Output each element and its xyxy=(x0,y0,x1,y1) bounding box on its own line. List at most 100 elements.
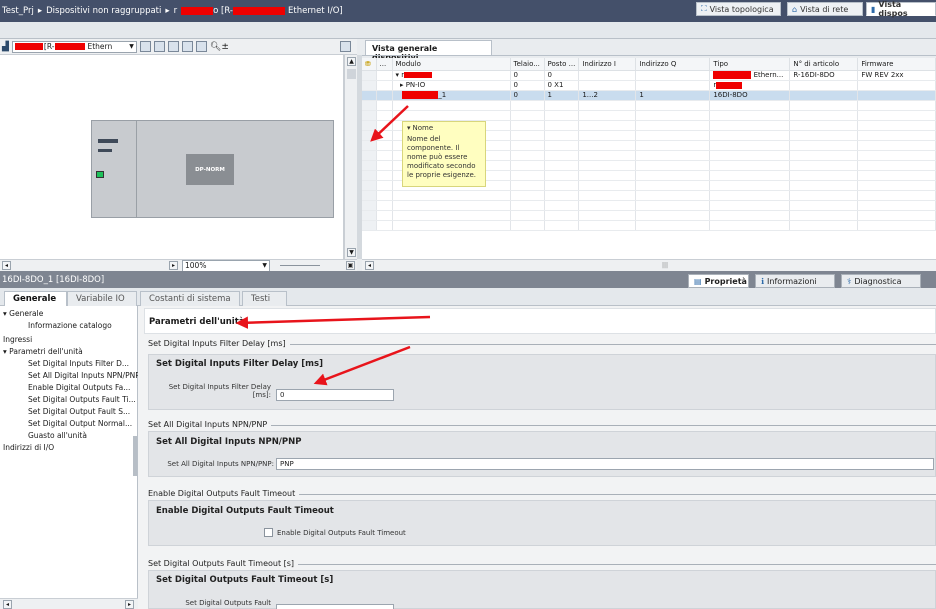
image-icon[interactable] xyxy=(167,41,179,52)
breadcrumb-project[interactable]: Test_Prj xyxy=(2,6,34,16)
scroll-thumb[interactable] xyxy=(347,69,356,79)
tab-device-overview[interactable]: Vista generale dispositivi xyxy=(365,40,492,62)
scroll-right-icon[interactable]: ▸ xyxy=(125,600,134,609)
overview-toggle-icon[interactable] xyxy=(340,41,351,52)
column-header[interactable]: Indirizzo Q xyxy=(635,58,711,71)
nav-item-module-parameters[interactable]: ▾ Parametri dell'unità xyxy=(3,347,83,356)
table-row-empty[interactable] xyxy=(362,100,936,111)
device-select-combo[interactable]: [R- Ethern ▼ xyxy=(11,40,137,53)
rack-cell: 0 xyxy=(510,90,545,101)
chevron-right-icon: ▸ xyxy=(165,6,170,16)
slot-cell: 0 X1 xyxy=(544,80,580,91)
table-row-empty[interactable] xyxy=(362,110,936,121)
device-icon[interactable]: ▟ xyxy=(2,42,9,52)
enable-fault-timeout-checkbox[interactable] xyxy=(264,528,273,537)
section-header: Set Digital Outputs Fault Timeout [s] xyxy=(148,559,299,568)
filter-icon[interactable]: ⛃ xyxy=(362,58,377,71)
scroll-grip-icon[interactable]: ||| xyxy=(662,262,668,269)
addr-q-cell: 1 xyxy=(635,90,711,101)
table-row-empty[interactable] xyxy=(362,210,936,221)
table-row-selected[interactable]: _1 0 1 1...2 1 16DI-8DO xyxy=(362,90,936,101)
scroll-left-icon[interactable]: ◂ xyxy=(365,261,374,270)
column-header[interactable]: Indirizzo I xyxy=(578,58,637,71)
column-hidden[interactable]: ... xyxy=(376,58,393,71)
table-row-empty[interactable] xyxy=(362,200,936,211)
table-row[interactable]: ▾ r 0 0 Ethern... R-16DI-8DO FW REV 2xx xyxy=(362,70,936,81)
fault-timeout-field[interactable] xyxy=(276,604,394,609)
tab-network-label: Vista di rete xyxy=(800,4,849,14)
scroll-down-icon[interactable]: ▼ xyxy=(347,248,356,257)
column-header[interactable]: Telaio... xyxy=(510,58,545,71)
tab-properties[interactable]: ▤ Proprietà xyxy=(688,274,749,288)
scroll-up-icon[interactable]: ▲ xyxy=(347,57,356,66)
nav-item-enable-fault[interactable]: Enable Digital Outputs Fa... xyxy=(28,383,130,392)
scroll-right-icon[interactable]: ▸ xyxy=(169,261,178,270)
nav-item-catalog-info[interactable]: Informazione catalogo xyxy=(28,321,112,330)
nav-item-inputs[interactable]: Ingressi xyxy=(3,335,32,344)
field-label-npn-pnp: Set All Digital Inputs NPN/PNP: xyxy=(167,460,274,468)
zoom-slider[interactable] xyxy=(280,265,320,266)
canvas-horizontal-scrollbar[interactable]: ◂ ▸ 100% ▼ ▣ xyxy=(0,259,357,272)
nav-item-io-addresses[interactable]: Indirizzi di I/O xyxy=(3,443,54,452)
tab-network-view[interactable]: ⌂ Vista di rete xyxy=(787,2,863,16)
column-header[interactable]: Firmware xyxy=(857,58,936,71)
nav-item-filter-delay[interactable]: Set Digital Inputs Filter D... xyxy=(28,359,129,368)
tab-system-constants[interactable]: Costanti di sistema xyxy=(140,291,240,306)
page-title: Parametri dell'unità xyxy=(149,317,245,327)
nav-item-fault-state[interactable]: Set Digital Output Fault S... xyxy=(28,407,130,416)
nav-item-npn-pnp[interactable]: Set All Digital Inputs NPN/PNP xyxy=(28,371,140,380)
nav-item-module-fault[interactable]: Guasto all'unità xyxy=(28,431,87,440)
nav-item-fault-timeout[interactable]: Set Digital Outputs Fault Ti... xyxy=(28,395,136,404)
addr-i-cell xyxy=(578,80,637,91)
module-cell[interactable]: ▾ r xyxy=(392,70,511,81)
expand-icon[interactable]: ▸ xyxy=(400,81,404,89)
tab-topology-view[interactable]: ⛶ Vista topologica xyxy=(696,2,781,16)
column-header[interactable]: N° di articolo xyxy=(789,58,859,71)
fit-view-icon[interactable]: ▣ xyxy=(346,261,355,270)
tab-io-variables[interactable]: Variabile IO xyxy=(67,291,137,306)
type-cell: 16DI-8DO xyxy=(709,90,791,101)
nav-item-normal-state[interactable]: Set Digital Output Normal... xyxy=(28,419,132,428)
redacted-block xyxy=(14,43,43,50)
tab-general[interactable]: Generale xyxy=(4,291,67,306)
table-row-empty[interactable] xyxy=(362,190,936,201)
port-icon[interactable] xyxy=(96,171,104,178)
breadcrumb-folder[interactable]: Dispositivi non raggruppati xyxy=(46,6,161,16)
nav-horizontal-scrollbar[interactable]: ◂ ▸ xyxy=(0,598,138,609)
scroll-left-icon[interactable]: ◂ xyxy=(3,600,12,609)
zoom-select[interactable]: 100% ▼ xyxy=(182,259,270,272)
nav-item-general[interactable]: ▾ Generale xyxy=(3,309,43,318)
properties-icon[interactable] xyxy=(153,41,165,52)
module-cell[interactable]: _1 xyxy=(392,90,511,101)
slot-cell: 1 xyxy=(544,90,580,101)
tab-diagnostics[interactable]: ⚕ Diagnostica xyxy=(841,274,921,288)
grid-icon[interactable] xyxy=(139,41,151,52)
expand-icon[interactable]: ▾ xyxy=(396,71,400,79)
caret-down-icon: ▾ xyxy=(407,124,411,132)
firmware-cell xyxy=(857,80,936,91)
filter-delay-field[interactable]: 0 xyxy=(276,389,394,401)
module-cell[interactable]: ▸ PN-IO xyxy=(392,80,511,91)
list-icon[interactable] xyxy=(195,41,207,52)
tab-device-view[interactable]: ▮ Vista dispos xyxy=(866,0,936,18)
chevron-right-icon: ▸ xyxy=(37,6,43,16)
npn-pnp-select[interactable]: PNP xyxy=(276,458,934,470)
column-header[interactable]: Modulo xyxy=(392,58,511,71)
column-header[interactable]: Tipo xyxy=(709,58,791,71)
table-row-empty[interactable] xyxy=(362,220,936,231)
checkbox-label[interactable]: Enable Digital Outputs Fault Timeout xyxy=(277,529,406,537)
module-dp-norm[interactable]: DP-NORM xyxy=(186,154,234,185)
scroll-left-icon[interactable]: ◂ xyxy=(2,261,11,270)
breadcrumb-device-prefix[interactable]: r xyxy=(174,6,178,16)
column-header[interactable]: Posto ... xyxy=(544,58,580,71)
redacted-block xyxy=(716,81,743,89)
section-title: Set All Digital Inputs NPN/PNP xyxy=(156,437,302,447)
tab-texts[interactable]: Testi xyxy=(242,291,287,306)
table-row[interactable]: ▸ PN-IO 0 0 X1 r xyxy=(362,80,936,91)
tab-information[interactable]: ℹ Informazioni xyxy=(755,274,835,288)
zoom-icon[interactable]: 🔍︎± xyxy=(210,42,229,52)
table-icon[interactable] xyxy=(181,41,193,52)
overview-horizontal-scrollbar[interactable]: ◂ ||| xyxy=(362,259,936,271)
splitter-handle[interactable] xyxy=(133,436,137,476)
canvas-vertical-scrollbar[interactable]: ▲ ▼ xyxy=(344,55,357,259)
